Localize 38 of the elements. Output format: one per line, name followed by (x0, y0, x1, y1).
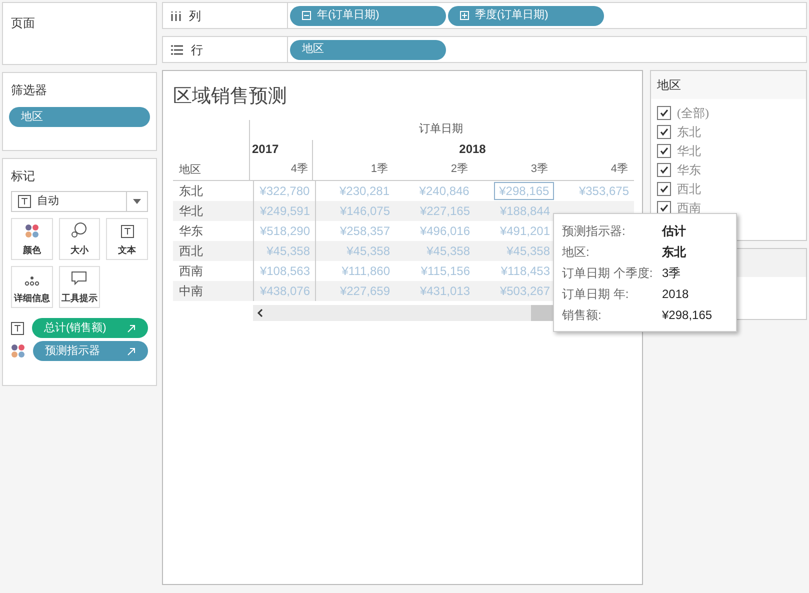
column-header: 地区 (178, 162, 202, 178)
row-header: 中南 (178, 282, 204, 300)
row-header: 西南 (178, 262, 204, 280)
quarter-header: 1季 (370, 162, 388, 178)
checkbox-label: 西南 (677, 200, 701, 216)
tooltip-value: 2018 (662, 286, 689, 302)
checkbox-label: 华东 (677, 162, 701, 178)
tooltip-value: 估计 (662, 222, 686, 240)
quarter-header: 4季 (290, 162, 308, 178)
tooltip-value: 东北 (662, 244, 686, 260)
tooltip-label: 地区: (562, 244, 590, 260)
row-header: 华东 (178, 222, 204, 240)
checkbox-label: (全部) (677, 104, 709, 122)
quarter-header: 2季 (450, 162, 468, 178)
tooltip-label: 预测指示器: (562, 222, 626, 240)
shelf-label: 行 (191, 42, 203, 58)
filter-card-title: 地区 (657, 77, 681, 94)
panel-title: 筛选器 (10, 82, 48, 99)
column-header: 订单日期 (419, 122, 463, 138)
quarter-header: 3季 (530, 162, 548, 178)
checkbox-label: 东北 (677, 124, 701, 140)
view-title: 区域销售预测 (173, 85, 288, 109)
row-header: 华北 (178, 202, 204, 220)
year-header: 2018 (459, 140, 486, 158)
row-header: 东北 (178, 182, 204, 200)
row-header: 西北 (178, 242, 204, 260)
checkbox-label: 华北 (677, 142, 701, 160)
panel-title: 页面 (11, 16, 35, 30)
tooltip-value: ¥298,165 (662, 306, 712, 324)
year-header: 2017 (252, 140, 279, 158)
tooltip-label: 订单日期 个季度: (562, 264, 654, 282)
panel-title: 标记 (11, 168, 36, 185)
quarter-header: 4季 (610, 162, 628, 178)
shelf-label: 列 (189, 8, 201, 24)
checkbox-label: 西北 (677, 180, 701, 198)
tooltip-label: 销售额: (562, 306, 602, 324)
tooltip-value: 3季 (662, 264, 681, 282)
tooltip-label: 订单日期 年: (562, 286, 630, 302)
